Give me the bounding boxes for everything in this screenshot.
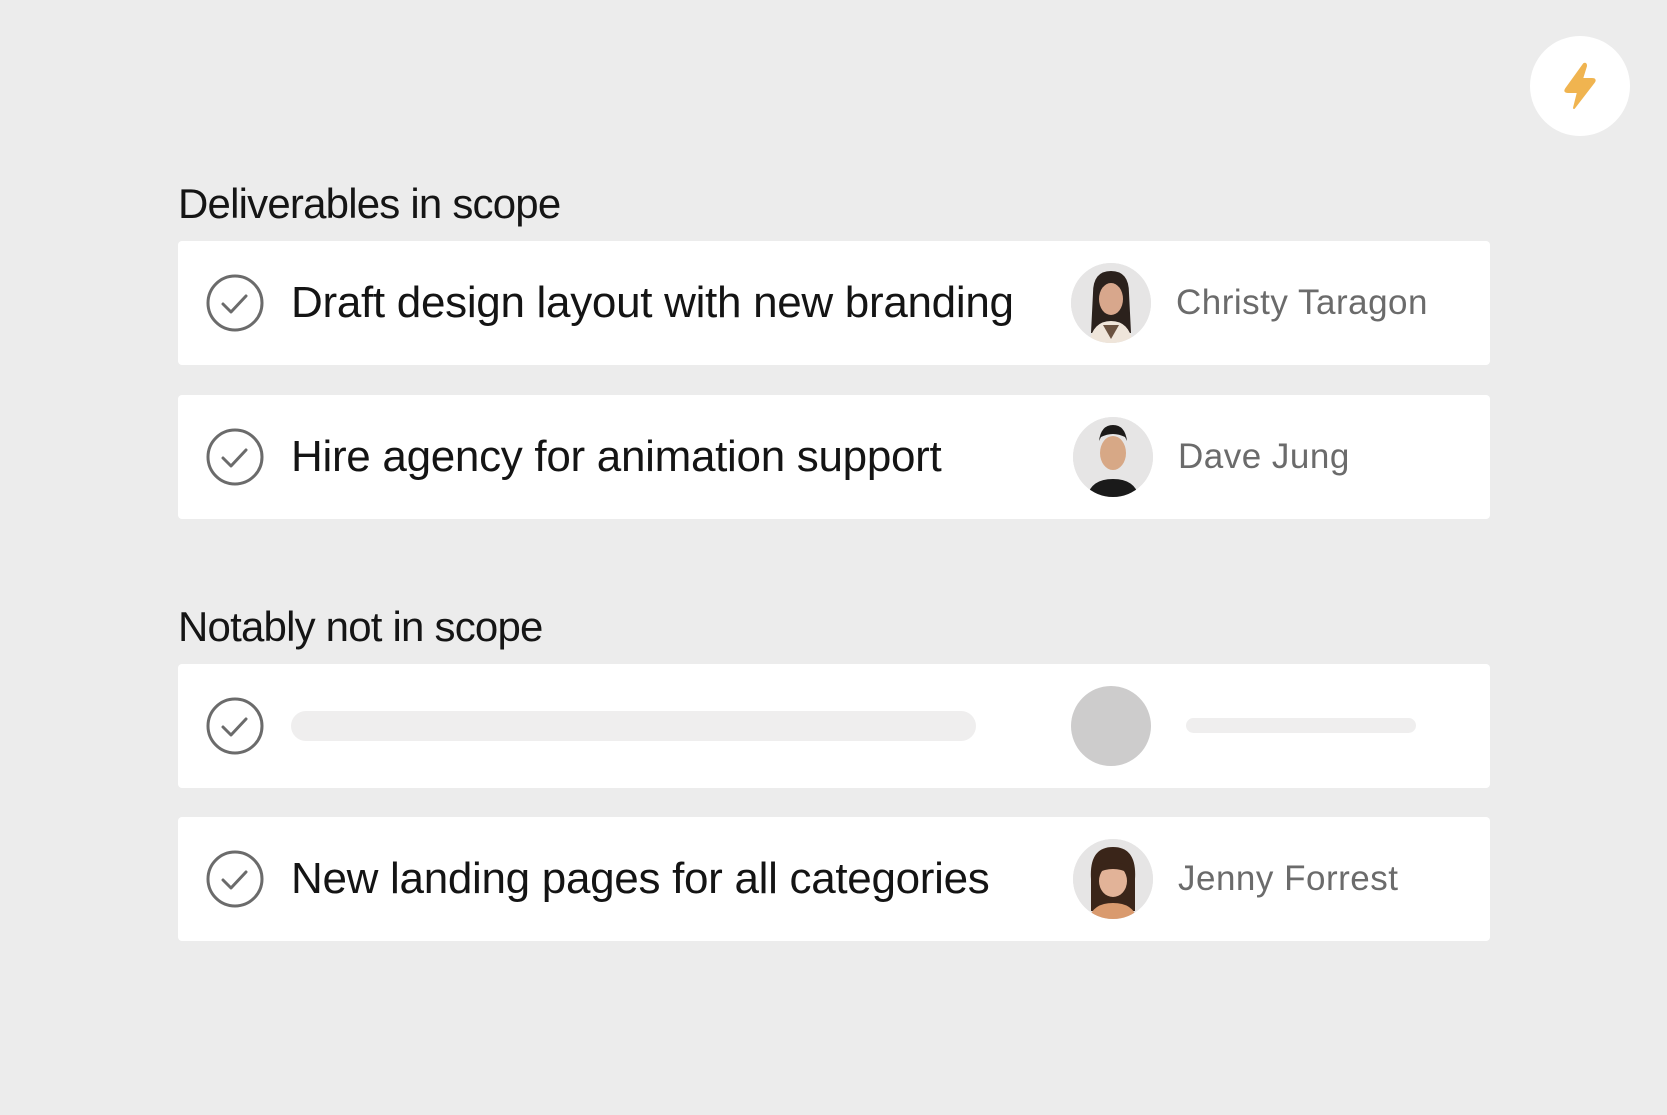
deliverable-row[interactable]: Draft design layout with new branding Ch…	[178, 241, 1490, 365]
task-title: Draft design layout with new branding	[291, 278, 1014, 327]
assignee-name: Dave Jung	[1178, 437, 1350, 476]
assignee-name: Jenny Forrest	[1178, 859, 1399, 898]
avatar-christy-taragon	[1071, 263, 1151, 343]
avatar-jenny-forrest	[1073, 839, 1153, 919]
deliverable-row[interactable]: New landing pages for all categories Jen…	[178, 817, 1490, 941]
skeleton-avatar	[1071, 686, 1151, 766]
check-circle-icon[interactable]	[206, 697, 264, 755]
check-circle-icon[interactable]	[206, 850, 264, 908]
avatar-dave-jung	[1073, 417, 1153, 497]
check-circle-icon[interactable]	[206, 274, 264, 332]
deliverable-row[interactable]: Hire agency for animation support Dave J…	[178, 395, 1490, 519]
skeleton-task-bar	[291, 711, 976, 741]
section-title-in-scope: Deliverables in scope	[178, 180, 561, 227]
assignee-name: Christy Taragon	[1176, 283, 1428, 322]
placeholder-row[interactable]	[178, 664, 1490, 788]
check-circle-icon[interactable]	[206, 428, 264, 486]
skeleton-name-bar	[1186, 718, 1416, 733]
lightning-badge[interactable]	[1530, 36, 1630, 136]
section-title-not-in-scope: Notably not in scope	[178, 603, 543, 650]
task-title: New landing pages for all categories	[291, 854, 990, 903]
task-title: Hire agency for animation support	[291, 432, 942, 481]
lightning-icon	[1564, 62, 1596, 109]
